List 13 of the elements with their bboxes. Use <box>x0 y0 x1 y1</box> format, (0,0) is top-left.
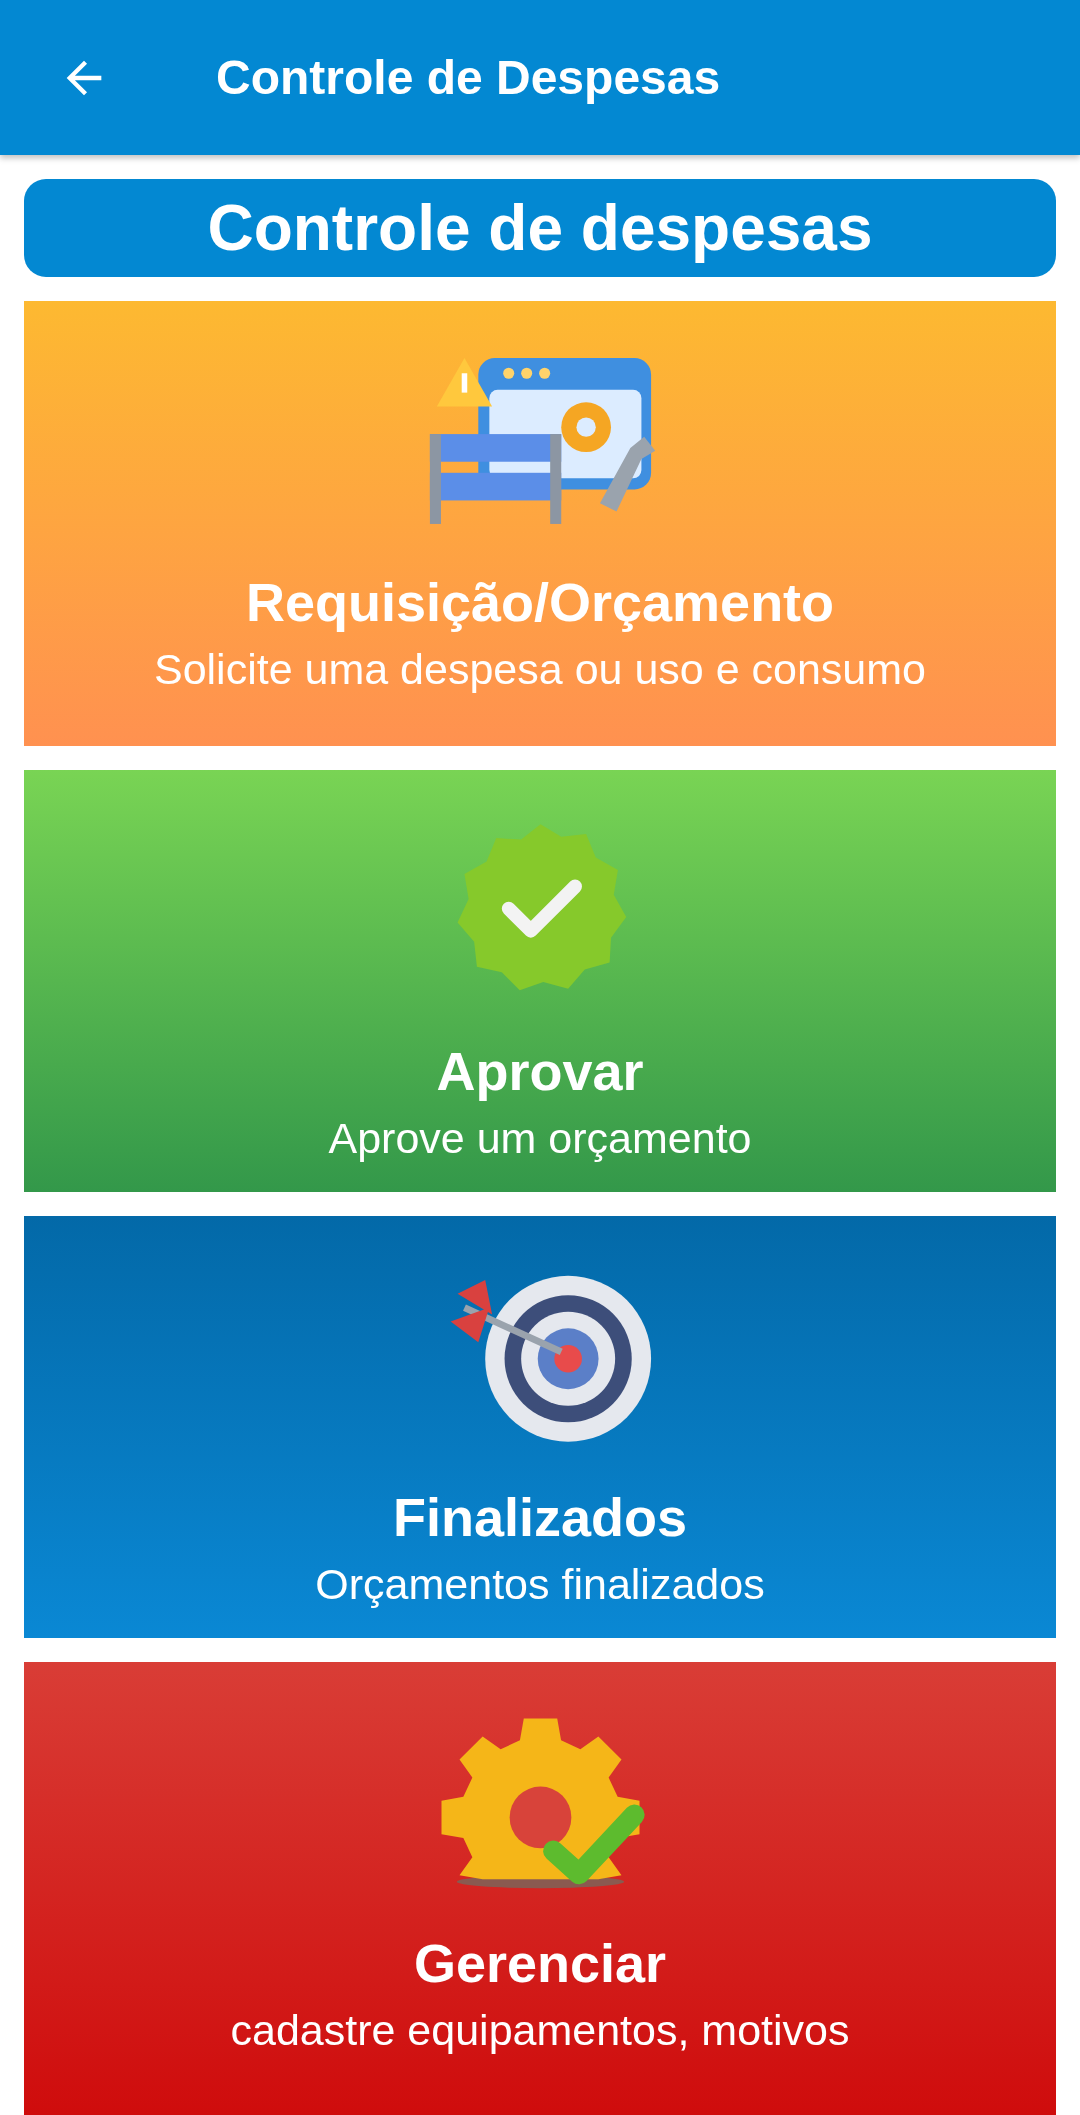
card-subtitle: cadastre equipamentos, motivos <box>230 2006 850 2055</box>
menu-card[interactable]: Aprovar Aprove um orçamento <box>24 770 1056 1192</box>
card-title: Gerenciar <box>413 1932 667 1994</box>
card-title: Finalizados <box>392 1486 687 1548</box>
menu-card[interactable]: Gerenciar cadastre equipamentos, motivos <box>24 1662 1056 2115</box>
app-bar-title: Controle de Despesas <box>216 50 721 105</box>
card-subtitle: Solicite uma despesa ou uso e consumo <box>153 645 927 694</box>
card-subtitle: Orçamentos finalizados <box>315 1560 765 1609</box>
card-subtitle: Aprove um orçamento <box>328 1114 752 1163</box>
section-heading: Controle de despesas <box>24 179 1056 277</box>
card-title: Requisição/Orçamento <box>245 571 835 633</box>
menu-card[interactable]: Finalizados Orçamentos finalizados <box>24 1216 1056 1638</box>
card-title: Aprovar <box>436 1040 644 1102</box>
